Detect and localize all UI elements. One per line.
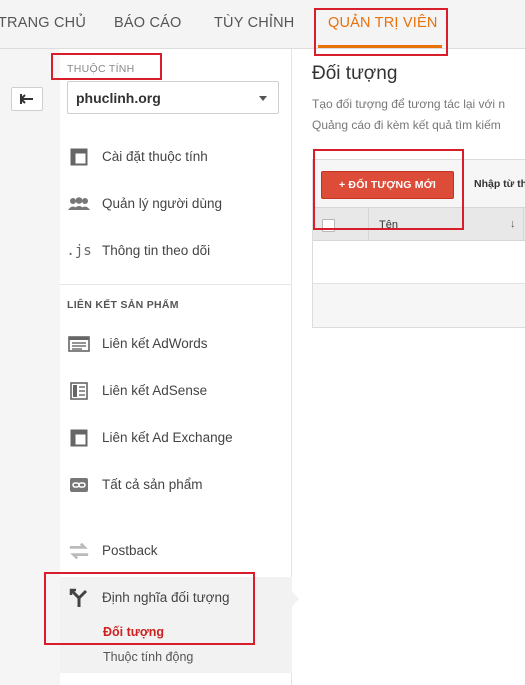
section-title-product-linking: LIÊN KẾT SẢN PHẨM xyxy=(67,299,179,311)
import-from-gallery-link[interactable]: Nhập từ th xyxy=(474,178,525,190)
postback-icon xyxy=(68,541,90,561)
tab-reports[interactable]: BÁO CÁO xyxy=(114,15,181,31)
adsense-icon xyxy=(68,381,90,401)
sidebar-item-adwords-linking[interactable]: Liên kết AdWords xyxy=(60,329,292,359)
sidebar-item-label: Liên kết Ad Exchange xyxy=(102,430,233,445)
sort-down-icon[interactable]: ↓ xyxy=(510,218,516,230)
js-icon: .js xyxy=(66,243,92,259)
selection-pointer xyxy=(291,590,299,608)
highlight-admin-tab xyxy=(314,8,448,56)
property-settings-icon xyxy=(68,147,90,167)
adwords-icon xyxy=(68,334,90,354)
sidebar-item-postback[interactable]: Postback xyxy=(60,536,292,566)
users-icon xyxy=(68,194,90,214)
sidebar-subitem-dynamic-attributes[interactable]: Thuộc tính động xyxy=(103,650,193,664)
sidebar-item-ad-exchange-linking[interactable]: Liên kết Ad Exchange xyxy=(60,423,292,453)
page-description-line-2: Quảng cáo đi kèm kết quả tìm kiếm xyxy=(312,118,501,132)
tab-home[interactable]: TRANG CHỦ xyxy=(0,15,86,31)
ad-exchange-icon xyxy=(68,428,90,448)
sidebar-item-label: Tất cả sản phẩm xyxy=(102,477,203,492)
sidebar-item-label: Liên kết AdWords xyxy=(102,336,208,351)
property-value: phuclinh.org xyxy=(76,90,161,106)
highlight-property-label xyxy=(51,53,162,80)
sidebar-item-label: Postback xyxy=(102,543,158,558)
table-row xyxy=(313,241,525,284)
sidebar-item-label: Quản lý người dùng xyxy=(102,196,222,211)
back-button[interactable] xyxy=(11,87,43,111)
page-title: Đối tượng xyxy=(312,63,398,84)
highlight-audience-definitions xyxy=(44,572,255,645)
divider xyxy=(60,284,292,285)
sidebar-item-label: Thông tin theo dõi xyxy=(102,243,211,258)
sidebar-item-adsense-linking[interactable]: Liên kết AdSense xyxy=(60,376,292,406)
back-arrow-icon xyxy=(20,94,33,104)
page-description-line-1: Tạo đối tượng để tương tác lại với n xyxy=(312,97,506,111)
column-divider xyxy=(523,208,524,240)
sidebar-item-tracking-info[interactable]: .js Thông tin theo dõi xyxy=(60,236,292,266)
sidebar-item-label: Cài đặt thuộc tính xyxy=(102,149,208,164)
chevron-down-icon xyxy=(259,96,267,101)
link-icon xyxy=(68,475,90,495)
sidebar-item-user-management[interactable]: Quản lý người dùng xyxy=(60,189,292,219)
property-select[interactable]: phuclinh.org xyxy=(67,81,279,114)
sidebar-item-property-settings[interactable]: Cài đặt thuộc tính xyxy=(60,142,292,172)
tab-customization[interactable]: TÙY CHỈNH xyxy=(214,15,294,31)
sidebar-item-label: Liên kết AdSense xyxy=(102,383,208,398)
sidebar-item-all-products[interactable]: Tất cả sản phẩm xyxy=(60,470,292,500)
highlight-new-audience-button xyxy=(313,149,464,230)
